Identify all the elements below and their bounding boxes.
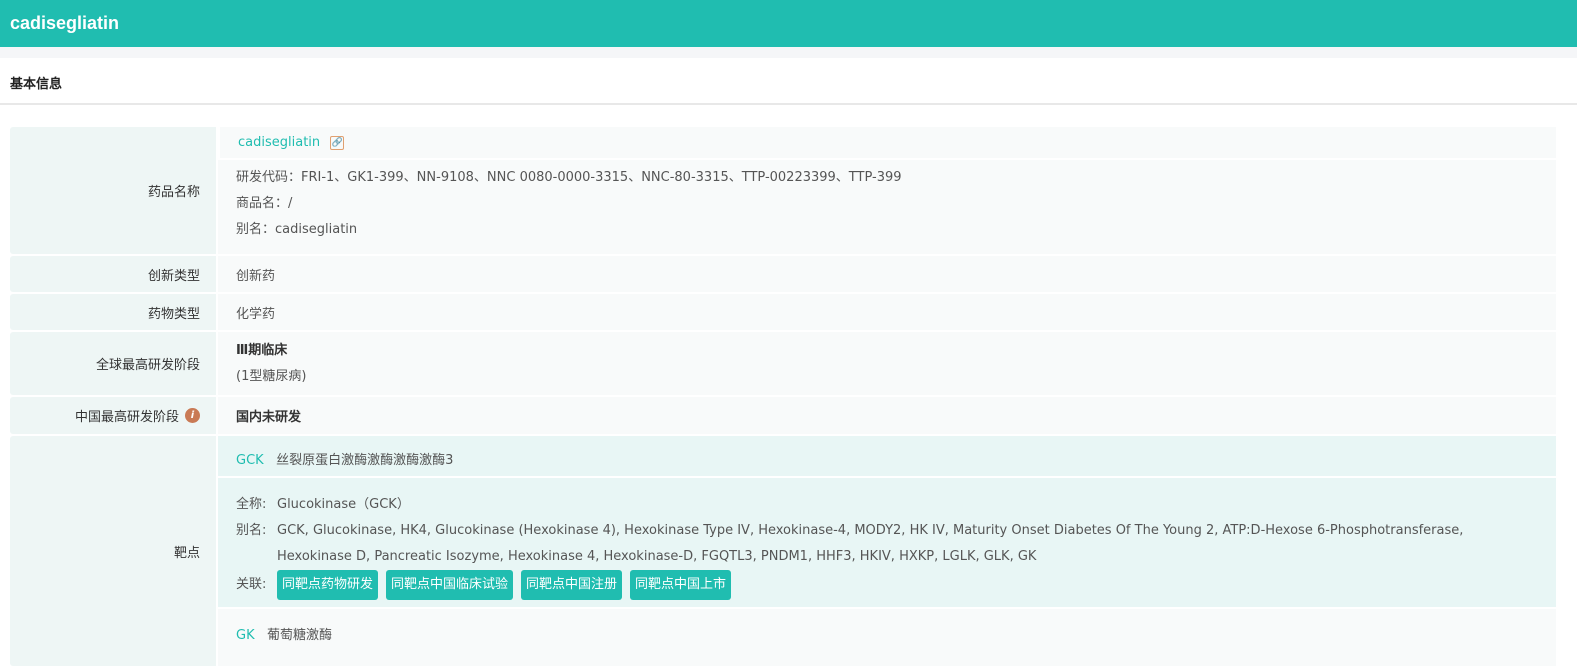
- target-code-link[interactable]: GK: [236, 628, 255, 643]
- row-value: 创新药: [218, 256, 1556, 292]
- target-item: GK 葡萄糖激酶: [218, 609, 1556, 666]
- page-title: cadisegliatin: [0, 0, 1577, 47]
- row-label: 药品名称: [10, 127, 216, 254]
- target-name: 丝裂原蛋白激酶激酶激酶激酶3: [276, 453, 454, 468]
- row-target: 靶点 GCK 丝裂原蛋白激酶激酶激酶激酶3 全称: Glucokinase（GCK…: [10, 436, 1556, 666]
- row-value: 化学药: [218, 294, 1556, 330]
- info-icon[interactable]: i: [185, 408, 200, 423]
- row-label: 中国最高研发阶段: [74, 410, 179, 425]
- section-title: 基本信息: [0, 58, 1577, 105]
- research-codes: 研发代码：FRI-1、GK1-399、NN-9108、NNC 0080-0000…: [236, 170, 902, 185]
- trade-name: 商品名：/: [236, 196, 293, 211]
- row-drug-name: 药品名称 cadisegliatin 🔗 研发代码：FRI-1、GK1-399、N…: [10, 127, 1556, 254]
- full-name: Glucokinase（GCK）: [277, 497, 410, 512]
- stage-indication: (1型糖尿病): [236, 368, 307, 384]
- row-label: 全球最高研发阶段: [10, 332, 216, 395]
- row-drug-type: 药物类型 化学药: [10, 294, 1556, 330]
- divider: [0, 47, 1577, 58]
- target-item: GCK 丝裂原蛋白激酶激酶激酶激酶3: [218, 436, 1556, 478]
- target-name: 葡萄糖激酶: [267, 628, 333, 643]
- row-value: 国内未研发: [218, 397, 1556, 434]
- row-global-stage: 全球最高研发阶段 Ⅲ期临床 (1型糖尿病): [10, 332, 1556, 395]
- alias: 别名：cadisegliatin: [236, 222, 358, 237]
- copy-link-icon[interactable]: 🔗: [330, 135, 345, 150]
- row-innovation: 创新类型 创新药: [10, 256, 1556, 292]
- tag-same-target-cn-trials[interactable]: 同靶点中国临床试验: [386, 570, 514, 600]
- tag-same-target-cn-market[interactable]: 同靶点中国上市: [630, 570, 732, 600]
- drug-name-link[interactable]: cadisegliatin: [238, 135, 320, 150]
- tag-same-target-drugs[interactable]: 同靶点药物研发: [277, 570, 379, 600]
- target-code-link[interactable]: GCK: [236, 453, 264, 468]
- info-table: 药品名称 cadisegliatin 🔗 研发代码：FRI-1、GK1-399、N…: [10, 127, 1556, 668]
- label: 全称:: [236, 497, 267, 512]
- label: 关联:: [236, 577, 267, 592]
- label: 别名:: [236, 523, 267, 538]
- row-label: 靶点: [10, 436, 216, 666]
- target-aliases: GCK, Glucokinase, HK4, Glucokinase (Hexo…: [277, 523, 1464, 564]
- tag-same-target-cn-registration[interactable]: 同靶点中国注册: [521, 570, 623, 600]
- stage-value: Ⅲ期临床: [236, 342, 288, 358]
- row-label: 创新类型: [10, 256, 216, 292]
- row-china-stage: 中国最高研发阶段 i 国内未研发: [10, 397, 1556, 434]
- target-detail: 全称: Glucokinase（GCK） 别名: GCK, Glucokinase,…: [218, 478, 1556, 609]
- row-label: 药物类型: [10, 294, 216, 330]
